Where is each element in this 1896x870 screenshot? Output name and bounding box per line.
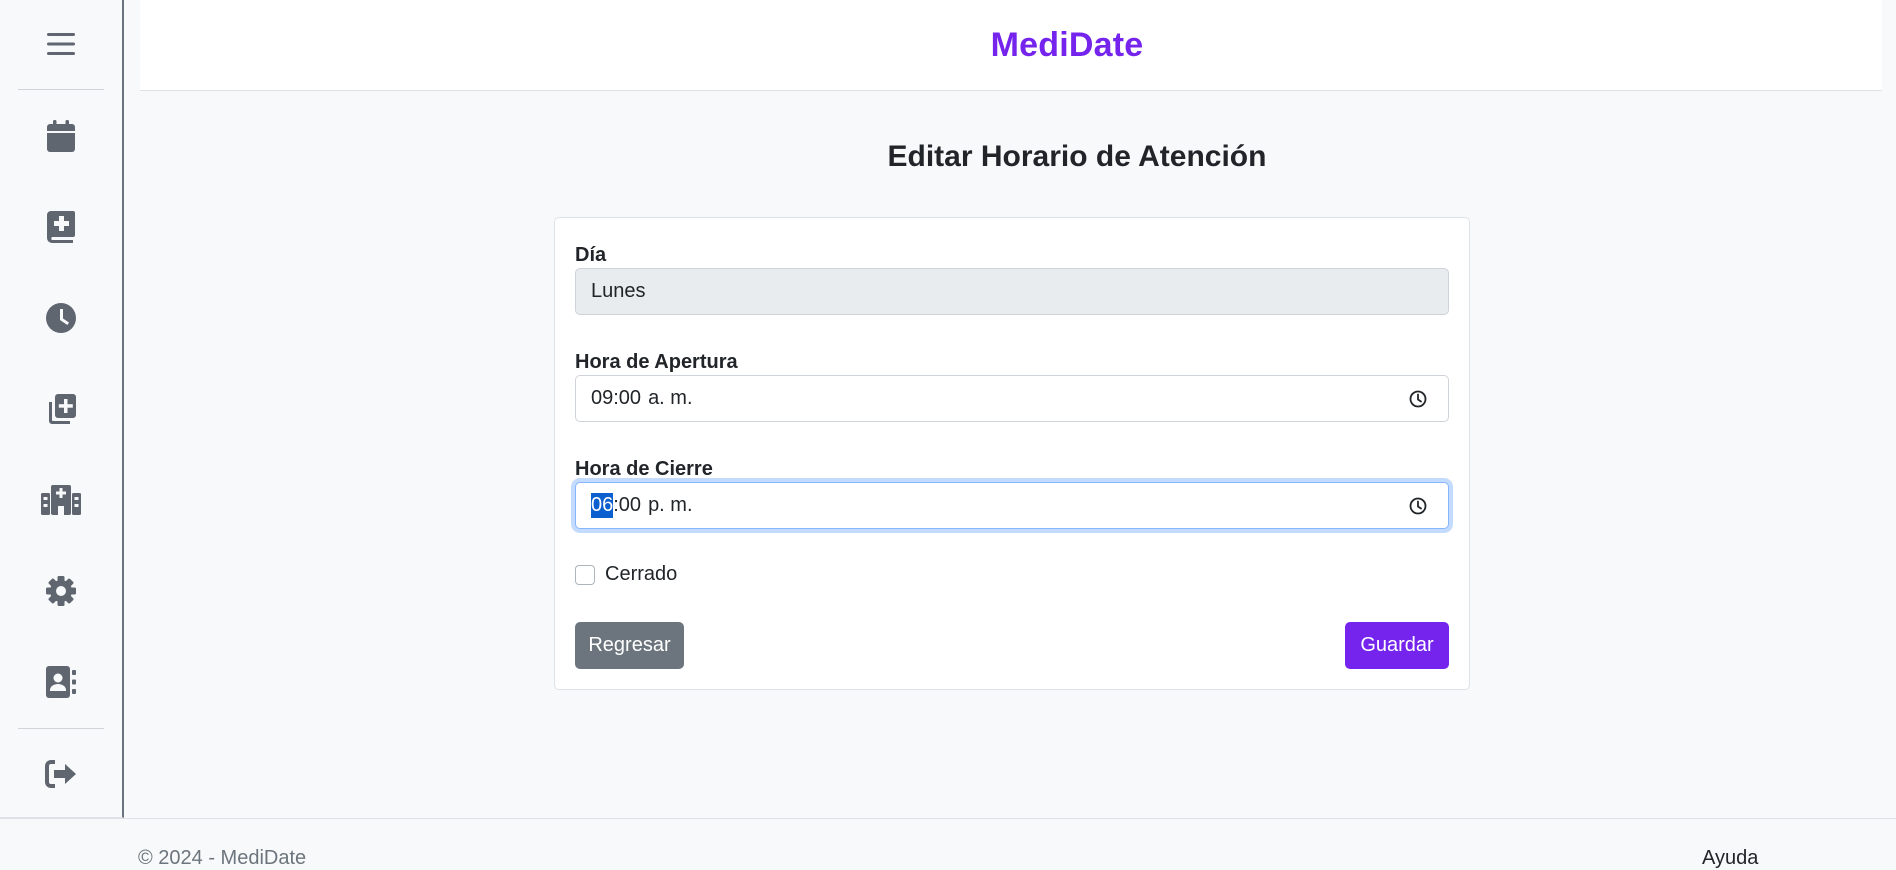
logout-button[interactable] — [18, 744, 104, 804]
back-button[interactable]: Regresar — [575, 622, 684, 669]
schedule-form-card: Día Lunes Hora de Apertura 09 :00 a. m. … — [554, 217, 1470, 690]
day-field[interactable]: Lunes — [575, 268, 1449, 315]
menu-icon — [47, 33, 75, 55]
closing-time-input[interactable]: 06 :00 p. m. — [575, 482, 1449, 529]
closing-time-label: Hora de Cierre — [575, 458, 713, 480]
medical-book-icon — [47, 211, 75, 243]
clock-icon — [1409, 497, 1427, 514]
contact-book-icon — [46, 666, 76, 698]
sidebar — [0, 0, 124, 818]
opening-hour-segment[interactable]: 09 — [591, 386, 613, 411]
closing-time-picker-button[interactable] — [1408, 496, 1428, 516]
clock-icon — [46, 303, 76, 333]
closing-period-segment[interactable]: p. m. — [648, 493, 692, 518]
add-copy-icon — [49, 394, 76, 424]
help-link[interactable]: Ayuda — [1702, 847, 1758, 870]
day-label: Día — [575, 244, 607, 266]
hospital-icon — [41, 485, 81, 515]
sidebar-item-services[interactable] — [18, 379, 104, 439]
page-title: Editar Horario de Atención — [887, 140, 1267, 173]
sidebar-item-settings[interactable] — [18, 561, 104, 621]
sidebar-divider — [18, 89, 104, 90]
opening-time-label: Hora de Apertura — [575, 351, 738, 373]
logout-icon — [45, 760, 76, 788]
gear-icon — [46, 576, 76, 606]
closing-hour-segment[interactable]: 06 — [591, 493, 614, 518]
menu-toggle-button[interactable] — [18, 14, 104, 74]
opening-time-picker-button[interactable] — [1408, 389, 1428, 409]
save-button[interactable]: Guardar — [1345, 622, 1449, 669]
opening-time-input[interactable]: 09 :00 a. m. — [575, 375, 1449, 422]
closed-label[interactable]: Cerrado — [605, 563, 677, 586]
sidebar-item-clinics[interactable] — [18, 470, 104, 530]
clock-icon — [1409, 390, 1427, 407]
closing-minute-segment[interactable]: :00 — [613, 493, 641, 518]
sidebar-item-appointments[interactable] — [18, 106, 104, 166]
opening-time-value: 09 :00 a. m. — [591, 386, 693, 411]
sidebar-item-schedule[interactable] — [18, 288, 104, 348]
closed-checkbox[interactable] — [575, 564, 595, 585]
day-value: Lunes — [591, 280, 646, 302]
opening-minute-segment[interactable]: :00 — [613, 386, 641, 411]
sidebar-item-contacts[interactable] — [18, 652, 104, 712]
footer-copyright: © 2024 - MediDate — [138, 847, 307, 869]
brand-logo[interactable]: MediDate — [991, 26, 1144, 65]
closed-checkbox-row[interactable]: Cerrado — [575, 563, 677, 586]
calendar-icon — [47, 120, 75, 152]
footer-divider — [0, 818, 1896, 819]
sidebar-item-medical-records[interactable] — [18, 197, 104, 257]
sidebar-divider — [18, 728, 104, 729]
top-header: MediDate — [140, 0, 1882, 91]
closing-time-value: 06 :00 p. m. — [591, 493, 693, 518]
opening-period-segment[interactable]: a. m. — [648, 386, 692, 411]
